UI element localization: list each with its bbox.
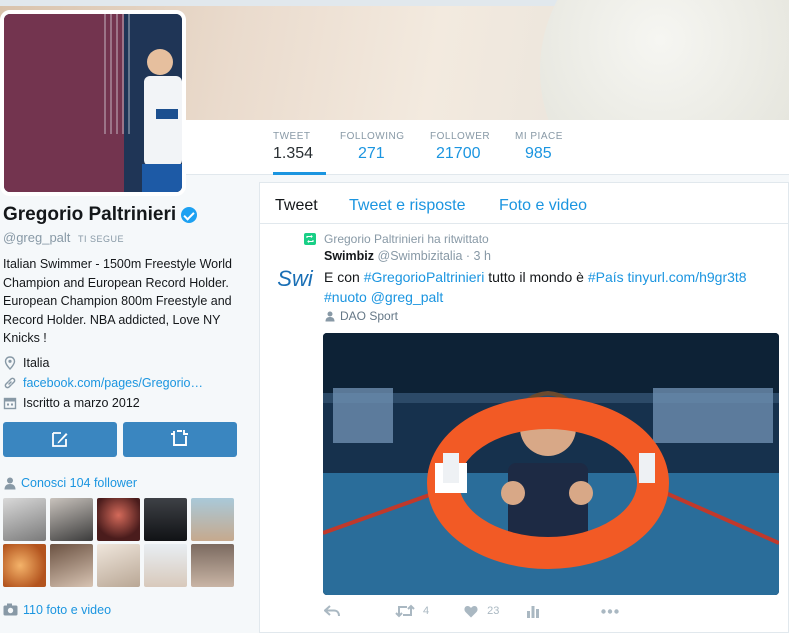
profile-avatar[interactable] — [0, 10, 186, 196]
stat-followers[interactable]: FOLLOWER 21700 — [430, 120, 490, 175]
tab-photos-and-videos[interactable]: Foto e video — [499, 197, 587, 215]
tweet-text-segment: E con — [324, 269, 364, 285]
stat-following[interactable]: FOLLOWING 271 — [340, 120, 405, 175]
mention-link[interactable]: @greg_palt — [367, 289, 444, 305]
verified-badge-icon — [181, 207, 198, 223]
follower-thumbnail[interactable] — [191, 497, 234, 541]
follower-thumbnail[interactable] — [50, 543, 93, 587]
retweeted-by-text[interactable]: Gregorio Paltrinieri ha ritwittato — [324, 232, 489, 246]
tweet-location-label: DAO Sport — [340, 309, 399, 323]
follower-thumbnail[interactable] — [50, 497, 93, 541]
tab-tweets-and-replies[interactable]: Tweet e risposte — [349, 197, 466, 215]
camera-icon — [3, 603, 18, 616]
tweet-location[interactable]: DAO Sport — [324, 309, 398, 323]
follows-you-badge: TI SEGUE — [78, 234, 125, 244]
tweet-text-segment: tutto il mondo è — [484, 269, 588, 285]
profile-website-link[interactable]: facebook.com/pages/Gregorio… — [23, 376, 203, 390]
tweet-timestamp[interactable]: · 3 h — [466, 249, 491, 263]
follower-thumbnail[interactable] — [144, 497, 187, 541]
tweet-author-avatar[interactable]: Swi — [271, 255, 319, 303]
like-count: 23 — [487, 605, 500, 617]
stat-label: FOLLOWER — [430, 131, 491, 142]
hashtag-link[interactable]: #GregorioPaltrinieri — [364, 269, 485, 285]
reply-button[interactable] — [324, 604, 340, 618]
stat-value: 1.354 — [273, 145, 314, 162]
follower-thumbnail[interactable] — [191, 543, 234, 587]
followers-you-know-label: Conosci 104 follower — [21, 475, 138, 490]
stat-value: 21700 — [436, 145, 481, 162]
retweet-icon — [304, 233, 316, 245]
swimmer-lifebuoy-photo — [323, 333, 779, 595]
tweet-actions: 4 23 — [324, 604, 620, 618]
tweet-author-handle[interactable]: @Swimbizitalia — [378, 249, 463, 263]
tweet-author-name[interactable]: Swimbiz — [324, 249, 374, 263]
profile-bio: Italian Swimmer - 1500m Freestyle World … — [3, 257, 233, 345]
avatar-photo — [4, 14, 182, 192]
stat-likes[interactable]: MI PIACE 985 — [515, 120, 563, 175]
profile-name[interactable]: Gregorio Paltrinieri — [3, 204, 176, 226]
direct-message-button[interactable] — [123, 421, 237, 457]
timeline-tabs: Tweet Tweet e risposte Foto e video — [260, 183, 788, 224]
analytics-button[interactable] — [527, 605, 540, 618]
location-pin-icon — [4, 355, 16, 370]
profile-card: Gregorio Paltrinieri @greg_palt TI SEGUE… — [3, 204, 243, 617]
message-icon — [171, 430, 188, 446]
tweet-media-photo[interactable] — [323, 333, 779, 595]
more-dots-icon — [601, 608, 620, 614]
stat-label: MI PIACE — [515, 131, 563, 142]
analytics-icon — [527, 605, 540, 618]
retweet-icon — [395, 604, 415, 618]
tab-tweets[interactable]: Tweet — [275, 197, 318, 215]
stat-label: FOLLOWING — [340, 131, 405, 142]
photos-videos-link[interactable]: 110 foto e video — [3, 603, 243, 617]
avatar-logo-text: Swi — [277, 266, 313, 291]
timeline-card: Tweet Tweet e risposte Foto e video Greg… — [259, 182, 789, 633]
stat-value: 271 — [358, 145, 385, 162]
tweet-header: Swimbiz @Swimbizitalia · 3 h — [324, 249, 491, 263]
follower-thumbnail[interactable] — [97, 497, 140, 541]
stat-value: 985 — [525, 145, 552, 162]
follower-thumbnail[interactable] — [3, 497, 46, 541]
follower-thumbnail[interactable] — [97, 543, 140, 587]
stat-label: TWEET — [273, 131, 311, 142]
hashtag-link[interactable]: #nuoto — [324, 289, 367, 305]
profile-joined-date: Iscritto a marzo 2012 — [23, 395, 140, 410]
retweet-context: Gregorio Paltrinieri ha ritwittato — [304, 232, 489, 246]
more-options-button[interactable] — [601, 608, 620, 614]
user-icon — [325, 311, 335, 322]
like-button[interactable]: 23 — [464, 605, 499, 618]
link-icon — [4, 377, 16, 388]
photos-videos-label: 110 foto e video — [23, 602, 112, 617]
retweet-button[interactable]: 4 — [395, 604, 429, 618]
profile-handle[interactable]: @greg_palt — [3, 230, 70, 245]
reply-icon — [324, 605, 340, 617]
tweet-to-button[interactable] — [3, 421, 117, 457]
profile-location: Italia — [23, 355, 50, 370]
follower-thumbnail[interactable] — [144, 543, 187, 587]
calendar-icon — [3, 397, 17, 409]
compose-icon — [52, 432, 68, 447]
follower-thumbnail[interactable] — [3, 543, 46, 587]
hashtag-link[interactable]: #País — [588, 269, 624, 285]
heart-icon — [464, 605, 478, 617]
user-icon — [4, 477, 16, 489]
url-link[interactable]: tinyurl.com/h9gr3t8 — [624, 269, 747, 285]
stat-tweets[interactable]: TWEET 1.354 — [273, 120, 326, 175]
follower-thumbnails-grid — [3, 497, 243, 587]
banner-moon-graphic — [540, 0, 789, 120]
retweet-count: 4 — [423, 605, 430, 617]
followers-you-know-link[interactable]: Conosci 104 follower — [3, 476, 243, 490]
tweet-text: E con #GregorioPaltrinieri tutto il mond… — [324, 268, 774, 307]
